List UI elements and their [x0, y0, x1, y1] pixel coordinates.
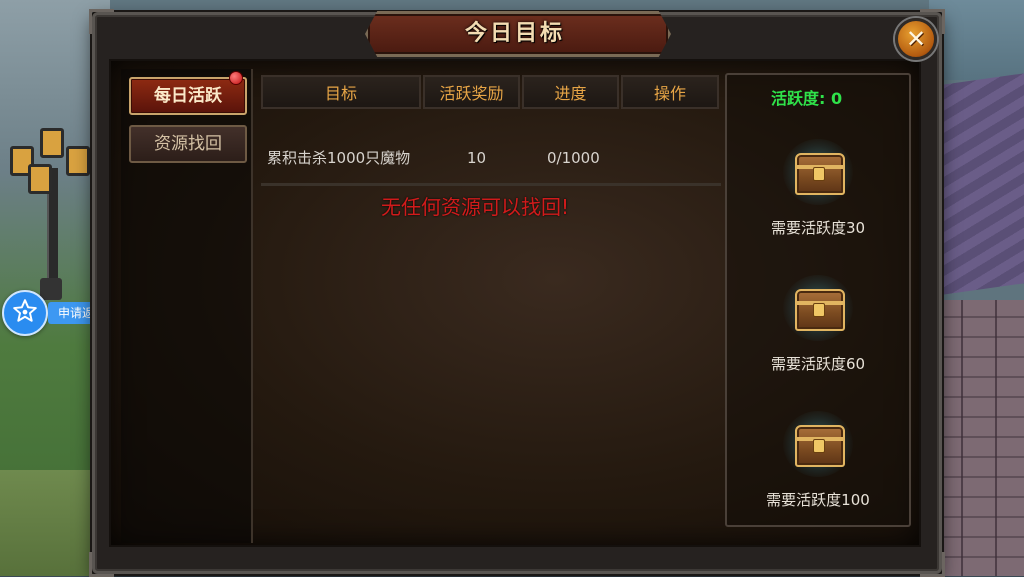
star-icon	[12, 298, 38, 328]
notification-badge	[229, 71, 243, 85]
empty-message: 无任何资源可以找回!	[381, 195, 570, 219]
chest-label-60: 需要活跃度60	[770, 355, 866, 373]
chest-label-30: 需要活跃度30	[770, 219, 866, 237]
table-row: 累积击杀1000只魔物 10 0/1000	[261, 141, 721, 181]
tab-resource-recovery[interactable]: 资源找回	[129, 125, 247, 163]
header-reward: 活跃奖励	[423, 75, 520, 109]
street-lamp	[10, 128, 90, 300]
header-goal: 目标	[261, 75, 421, 109]
table-header: 目标 活跃奖励 进度 操作	[261, 75, 721, 113]
brick-wall-right	[929, 300, 1024, 576]
rebate-widget[interactable]: 申请返利	[2, 290, 117, 336]
activity-score: 活跃度: 0	[771, 89, 843, 108]
rebate-button[interactable]	[2, 290, 48, 336]
tab-daily-activity[interactable]: 每日活跃	[129, 77, 247, 115]
activity-panel: 活跃度: 0 需要活跃度30 需要活跃度60 需要活跃度100	[725, 73, 911, 527]
chest-label-100: 需要活跃度100	[766, 491, 870, 509]
cell-goal: 累积击杀1000只魔物	[267, 149, 411, 167]
header-progress: 进度	[522, 75, 619, 109]
cell-reward: 10	[467, 149, 487, 167]
dialog-title: 今日目标	[464, 21, 565, 46]
daily-goals-dialog: 今日目标 ✕ 每日活跃 资源找回 目标 活跃奖励 进度 操作 累积击杀1000只…	[89, 9, 945, 577]
tab-column: 每日活跃 资源找回	[121, 69, 253, 543]
reward-chest-60[interactable]	[783, 275, 853, 341]
row-divider	[261, 183, 721, 186]
goals-table: 目标 活跃奖励 进度 操作 累积击杀1000只魔物 10 0/1000 无任何资…	[261, 75, 721, 545]
close-icon: ✕	[905, 25, 927, 53]
roof-right	[929, 73, 1024, 297]
cell-progress: 0/1000	[547, 149, 600, 167]
header-action: 操作	[621, 75, 719, 109]
reward-chest-30[interactable]	[783, 139, 853, 205]
close-button[interactable]: ✕	[895, 18, 937, 60]
reward-chest-100[interactable]	[783, 411, 853, 477]
